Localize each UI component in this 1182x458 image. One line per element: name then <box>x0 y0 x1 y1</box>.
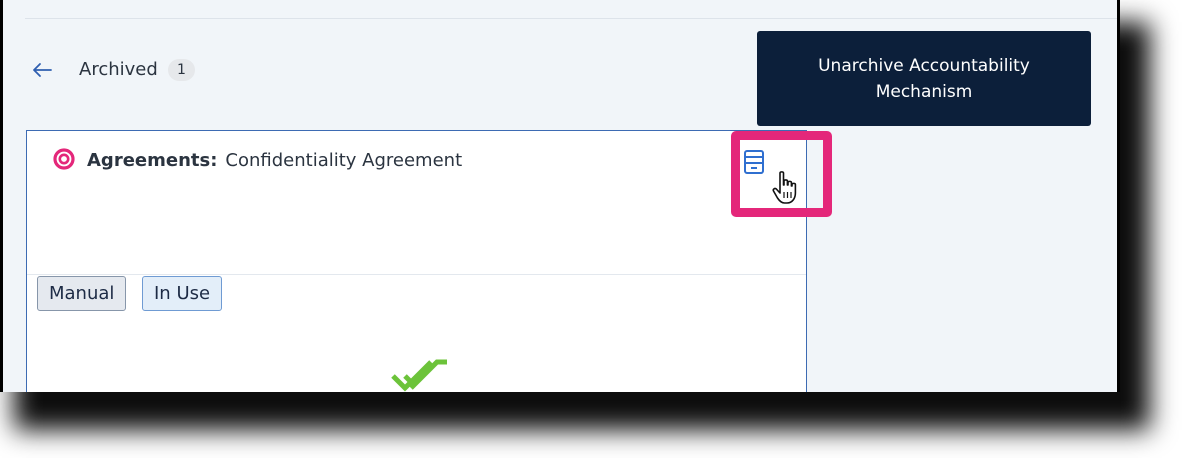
hand-pointer-icon <box>771 170 803 206</box>
card-title: Agreements: Confidentiality Agreement <box>87 150 462 172</box>
unarchive-button[interactable]: Unarchive Accountability Mechanism <box>757 31 1091 126</box>
tag-manual: Manual <box>37 276 127 311</box>
tag-in-use: In Use <box>142 276 223 311</box>
card-divider <box>27 274 806 275</box>
mechanism-card[interactable]: Agreements: Confidentiality Agreement Man… <box>26 130 807 392</box>
target-icon <box>53 148 75 170</box>
section-title: Archived <box>79 59 158 80</box>
archived-count-badge: 1 <box>168 59 195 81</box>
card-title-text: Confidentiality Agreement <box>225 150 463 171</box>
card-category-label: Agreements: <box>87 150 218 171</box>
double-check-icon <box>391 358 451 392</box>
arrow-left-icon[interactable] <box>29 57 55 83</box>
screenshot-frame: Archived 1 Unarchive Accountability Mech… <box>0 0 1120 392</box>
top-divider <box>25 18 1117 19</box>
app-content: Archived 1 Unarchive Accountability Mech… <box>3 0 1117 392</box>
